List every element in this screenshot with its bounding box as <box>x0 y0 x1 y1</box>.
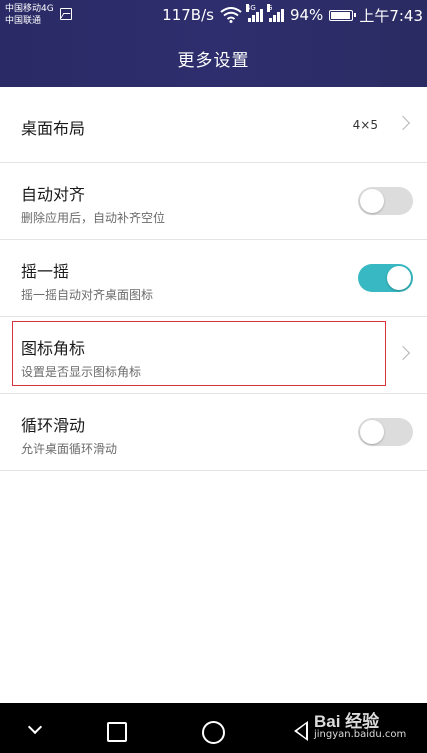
top-bar: 中国移动4G 中国联通 117B/s 4G G 94% 上午7:43 更多设置 <box>0 0 427 87</box>
setting-title: 自动对齐 <box>21 185 86 204</box>
setting-subtitle: 删除应用后，自动补齐空位 <box>21 211 166 225</box>
setting-icon-badge[interactable]: 图标角标 设置是否显示图标角标 <box>0 317 427 394</box>
setting-desktop-layout[interactable]: 桌面布局 4×5 <box>0 87 427 163</box>
recents-icon[interactable] <box>107 722 127 742</box>
page-title: 更多设置 <box>177 51 250 71</box>
network-speed: 117B/s <box>162 6 214 24</box>
setting-shake: 摇一摇 摇一摇自动对齐桌面图标 <box>0 240 427 317</box>
battery-percent: 94% <box>289 6 324 24</box>
chevron-right-icon <box>395 115 411 131</box>
loop-scroll-toggle[interactable] <box>358 418 413 446</box>
chevron-down-icon[interactable] <box>27 719 43 735</box>
setting-title: 循环滑动 <box>21 416 86 435</box>
setting-subtitle: 允许桌面循环滑动 <box>21 442 118 456</box>
auto-align-toggle[interactable] <box>358 187 413 215</box>
carrier-1: 中国移动4G <box>5 4 54 14</box>
signal-1-tag: 4G <box>245 4 256 12</box>
setting-title: 桌面布局 <box>21 119 86 138</box>
setting-auto-align: 自动对齐 删除应用后，自动补齐空位 <box>0 163 427 240</box>
chevron-right-icon <box>395 345 411 361</box>
setting-title: 摇一摇 <box>21 262 70 281</box>
signal-icon: 4G <box>245 4 263 22</box>
setting-subtitle: 摇一摇自动对齐桌面图标 <box>21 288 154 302</box>
watermark-url: jingyan.baidu.com <box>314 729 407 740</box>
wifi-icon <box>220 7 242 23</box>
shake-toggle[interactable] <box>358 264 413 292</box>
setting-title: 图标角标 <box>21 339 86 358</box>
home-icon[interactable] <box>202 721 225 744</box>
toggle-knob <box>360 189 384 213</box>
setting-value: 4×5 <box>352 118 378 132</box>
toggle-knob <box>387 266 411 290</box>
signal-icon: G <box>266 4 284 22</box>
setting-subtitle: 设置是否显示图标角标 <box>21 365 142 379</box>
toggle-knob <box>360 420 384 444</box>
signal-2-tag: G <box>266 4 273 12</box>
back-icon[interactable] <box>294 721 308 741</box>
status-indicators: 117B/s 4G G 94% 上午7:43 <box>162 4 423 25</box>
settings-list: 桌面布局 4×5 自动对齐 删除应用后，自动补齐空位 摇一摇 摇一摇自动对齐桌面… <box>0 87 427 471</box>
status-bar: 中国移动4G 中国联通 117B/s 4G G 94% 上午7:43 <box>0 0 427 32</box>
watermark: Bai 经验 jingyan.baidu.com <box>314 707 406 740</box>
setting-loop-scroll: 循环滑动 允许桌面循环滑动 <box>0 394 427 471</box>
image-icon <box>60 8 72 20</box>
carrier-2: 中国联通 <box>5 16 42 26</box>
clock: 上午7:43 <box>359 6 423 25</box>
battery-icon <box>329 9 357 21</box>
carrier-info: 中国移动4G 中国联通 <box>5 3 54 27</box>
